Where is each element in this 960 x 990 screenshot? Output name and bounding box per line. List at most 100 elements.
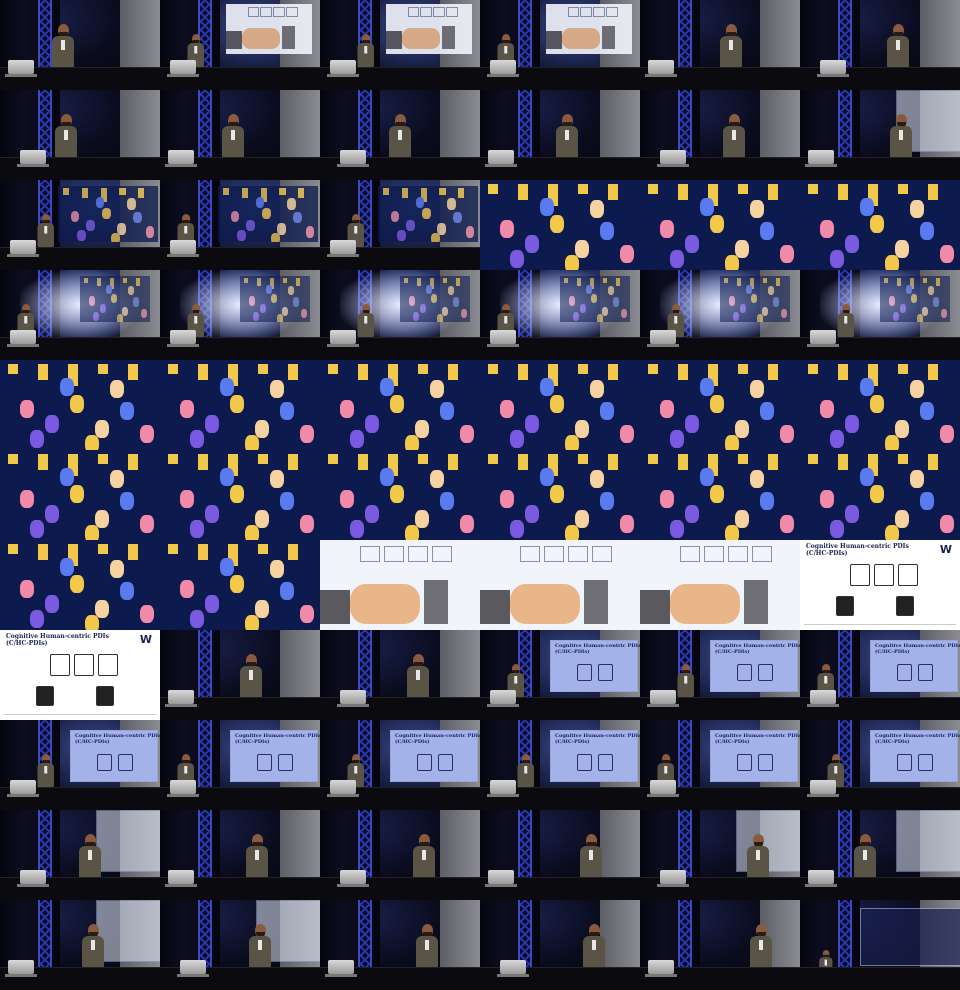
equalizer-bar <box>328 364 338 374</box>
device-box <box>896 596 914 616</box>
thumbnail-cell <box>320 450 480 540</box>
equalizer-bar <box>256 278 261 287</box>
dancer-figure <box>406 220 415 232</box>
laptop-icon <box>5 60 37 77</box>
thumbnail-cell <box>800 360 960 450</box>
dancer-figure <box>145 226 155 238</box>
diagram-box <box>598 753 614 771</box>
laptop-icon <box>327 240 359 257</box>
pusher-figure <box>584 580 608 624</box>
laptop-icon <box>817 60 849 77</box>
equalizer-bar <box>608 454 618 470</box>
dancer-figure <box>255 420 269 438</box>
equalizer-bar <box>168 544 178 554</box>
laptop-icon <box>337 150 369 167</box>
dancer-figure <box>70 575 84 593</box>
dancer-figure <box>95 420 109 438</box>
dancer-figure <box>910 200 924 218</box>
laptop-icon <box>807 780 839 797</box>
equalizer-bar <box>401 188 408 199</box>
dancer-figure <box>117 223 127 235</box>
projection-screen: Cognitive Human-centric PDIs (C/HC-PDIs) <box>870 730 960 782</box>
dancer-figure <box>220 468 234 486</box>
sketch-box <box>384 546 404 562</box>
equalizer-bar <box>838 364 848 380</box>
thumbnail-cell <box>160 180 320 270</box>
equalizer-bar <box>602 278 608 284</box>
equalizer-bar <box>198 544 208 560</box>
dancer-figure <box>255 510 269 528</box>
thumbnail-cell <box>0 90 160 180</box>
dancer-figure <box>380 468 394 486</box>
dancer-figure <box>95 510 109 528</box>
device-box <box>96 686 114 706</box>
sketch-box <box>728 546 748 562</box>
dancer-figure <box>70 395 84 413</box>
dancer-figure <box>45 415 59 433</box>
dancer-figure <box>106 285 113 295</box>
laptop-icon <box>487 60 519 77</box>
sketch-box <box>580 7 593 17</box>
thumbnail-cell <box>800 450 960 540</box>
laptop-icon <box>657 150 689 167</box>
equalizer-bar <box>418 454 428 464</box>
laptop-icon <box>325 960 357 977</box>
dancer-figure <box>86 220 95 232</box>
screen-title: Cognitive Human-centric PDIs (C/HC-PDIs) <box>715 733 800 745</box>
laptop-icon <box>17 870 49 887</box>
thumbnail-cell <box>640 540 800 630</box>
fist-shape <box>562 27 600 50</box>
thumbnail-cell <box>800 180 960 270</box>
thumbnail-cell: Cognitive Human-centric PDIs (C/HC-PDIs) <box>0 720 160 810</box>
dancer-figure <box>190 430 204 448</box>
equalizer-bar <box>898 364 908 374</box>
speaker-torso <box>580 846 602 878</box>
dancer-figure <box>728 296 735 306</box>
dancer-figure <box>906 285 913 295</box>
dancer-figure <box>620 245 634 263</box>
equalizer-bar <box>762 278 768 284</box>
laptop-icon <box>5 960 37 977</box>
laptop-icon <box>485 150 517 167</box>
equalizer-bar <box>119 188 126 195</box>
diagram-box <box>758 663 774 681</box>
dancer-figure <box>586 285 593 295</box>
dancer-figure <box>685 235 699 253</box>
equalizer-bar <box>168 364 178 374</box>
dancer-figure <box>860 378 874 396</box>
equalizer-bar <box>288 544 298 560</box>
laptop-icon <box>17 150 49 167</box>
cartoon-musicians <box>0 450 160 540</box>
equalizer-bar <box>898 454 908 464</box>
cartoon-musicians <box>218 186 318 242</box>
dancer-figure <box>255 197 265 209</box>
dancer-figure <box>286 198 296 210</box>
laptop-icon <box>7 780 39 797</box>
equalizer-bar <box>38 364 48 380</box>
dancer-figure <box>920 492 934 510</box>
equalizer-bar <box>898 184 908 194</box>
speaker-torso <box>413 846 435 878</box>
equalizer-bar <box>518 364 528 380</box>
speaker-torso <box>517 763 534 787</box>
pusher-figure <box>441 25 455 50</box>
dancer-figure <box>205 505 219 523</box>
dancer-figure <box>565 435 579 450</box>
dancer-figure <box>430 293 437 304</box>
diagram-box <box>576 753 592 771</box>
cartoon-musicians <box>240 276 310 322</box>
slide-subtitle: (C/HC-PDIs) <box>6 640 48 647</box>
dancer-figure <box>396 229 406 241</box>
cartoon-musicians <box>480 360 640 450</box>
equalizer-bar <box>928 454 938 470</box>
dancer-figure <box>30 520 44 538</box>
equalizer-bar <box>616 278 621 287</box>
dancer-figure <box>431 232 440 242</box>
dancer-figure <box>685 505 699 523</box>
cartoon-musicians <box>160 450 320 540</box>
dancer-figure <box>710 485 724 503</box>
thumbnail-cell <box>800 900 960 990</box>
cartoon-musicians <box>320 360 480 450</box>
sketch-box <box>433 7 445 17</box>
projection-screen: Cognitive Human-centric PDIs (C/HC-PDIs) <box>550 730 640 782</box>
